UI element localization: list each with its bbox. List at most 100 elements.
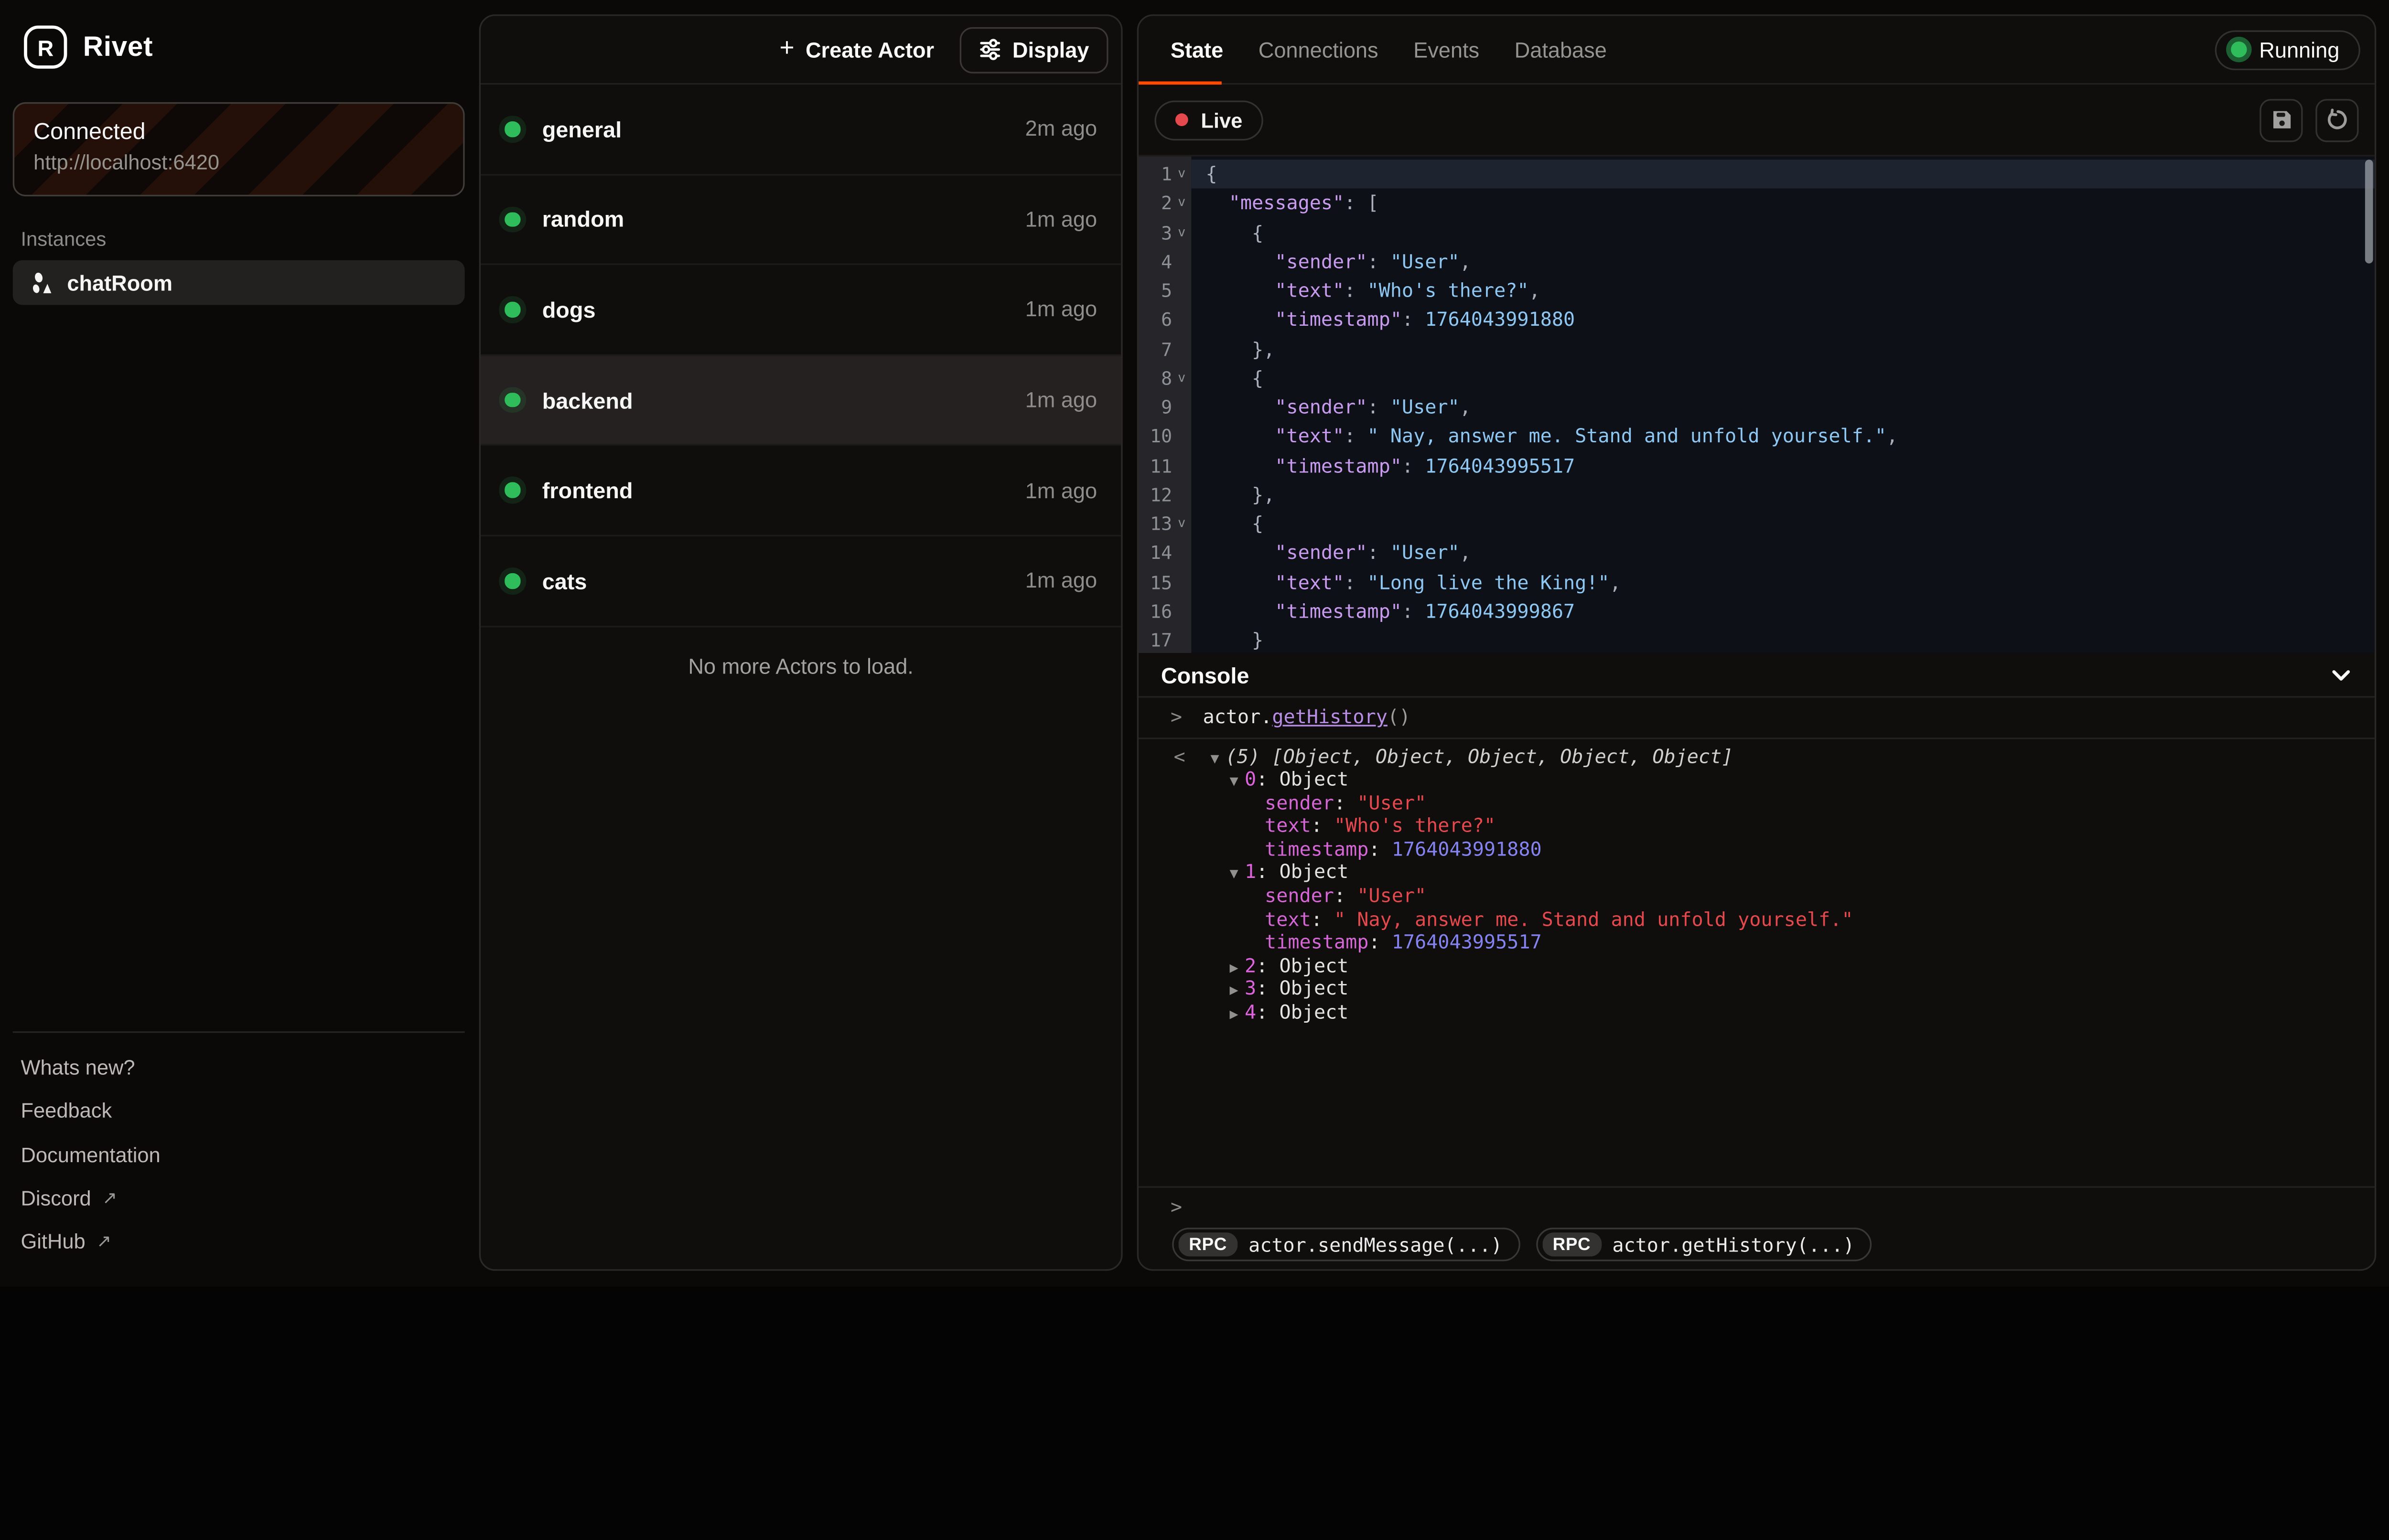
rpc-pill-0[interactable]: RPCactor.sendMessage(...): [1172, 1228, 1520, 1261]
fold-marker-icon[interactable]: v: [1172, 189, 1191, 218]
tab-connections[interactable]: Connections: [1241, 16, 1396, 83]
line-number: 12: [1139, 480, 1172, 509]
command-method: getHistory: [1272, 706, 1387, 728]
code-line-3: {: [1191, 218, 2375, 247]
line-number: 2: [1139, 189, 1172, 218]
gutter-line-10: 10: [1139, 422, 1191, 451]
triangle-right-icon[interactable]: ▶: [1230, 984, 1238, 1000]
rpc-pill-1[interactable]: RPCactor.getHistory(...): [1536, 1228, 1872, 1261]
fold-marker-icon[interactable]: v: [1172, 509, 1191, 538]
code-line-11: "timestamp": 1764043995517: [1191, 451, 2375, 480]
console-object-3[interactable]: ▶3: Object: [1139, 978, 2375, 1001]
live-badge-label: Live: [1201, 108, 1242, 132]
save-icon: [2270, 108, 2292, 131]
actor-row-random[interactable]: random1m ago: [481, 175, 1121, 265]
sidebar-link-feedback[interactable]: Feedback: [0, 1089, 479, 1133]
result-summary-text: (5) [Object, Object, Object, Object, Obj…: [1226, 745, 1733, 767]
gutter-line-14: 14: [1139, 538, 1191, 567]
console-prop-text: text: "Who's there?": [1139, 814, 2375, 838]
prop-key: text: [1265, 908, 1311, 930]
code-segment: ,: [1460, 542, 1471, 564]
fold-marker-icon: [1172, 334, 1191, 364]
actor-row-general[interactable]: general2m ago: [481, 85, 1121, 175]
gutter-line-11: 11: [1139, 451, 1191, 480]
actor-timestamp: 1m ago: [1025, 479, 1098, 503]
sidebar-link-whats-new[interactable]: Whats new?: [0, 1046, 479, 1089]
code-segment: "Who's there?": [1367, 279, 1528, 302]
sidebar-link-documentation[interactable]: Documentation: [0, 1133, 479, 1176]
console-object-0[interactable]: ▼0: Object: [1139, 768, 2375, 791]
triangle-down-icon[interactable]: ▼: [1230, 774, 1238, 790]
rivet-logo[interactable]: R Rivet: [24, 25, 153, 68]
actor-name: cats: [542, 568, 587, 593]
triangle-right-icon[interactable]: ▶: [1230, 961, 1238, 977]
live-badge[interactable]: Live: [1154, 100, 1263, 140]
rpc-code: actor.getHistory(...): [1612, 1233, 1854, 1256]
code-segment: ,: [1610, 571, 1621, 593]
tab-events[interactable]: Events: [1396, 16, 1497, 83]
code-line-7: },: [1191, 334, 2375, 364]
code-segment: 1764043995517: [1425, 454, 1575, 477]
rpc-code: actor.sendMessage(...): [1248, 1233, 1502, 1256]
console-collapse-button[interactable]: [2330, 663, 2352, 686]
gutter-line-16: 16: [1139, 597, 1191, 626]
sidebar: R Rivet Connected http://localhost:6420 …: [0, 0, 479, 1287]
rivet-logo-icon: R: [24, 25, 67, 68]
sidebar-link-github[interactable]: GitHub↗: [0, 1220, 479, 1263]
console-object-4[interactable]: ▶4: Object: [1139, 1001, 2375, 1025]
refresh-button[interactable]: [2315, 98, 2358, 141]
console-history-command[interactable]: > actor.getHistory(): [1139, 698, 2375, 738]
code-segment: {: [1205, 513, 1263, 535]
sidebar-item-chatroom[interactable]: chatRoom: [13, 260, 465, 305]
save-button[interactable]: [2260, 98, 2303, 141]
editor-gutter: 1v2v3v45678v910111213v14151617: [1139, 157, 1191, 653]
sidebar-link-discord[interactable]: Discord↗: [0, 1176, 479, 1220]
editor-scrollbar[interactable]: [2365, 160, 2373, 263]
actor-row-cats[interactable]: cats 1m ago: [481, 536, 1121, 627]
fold-marker-icon[interactable]: v: [1172, 160, 1191, 189]
active-tab-indicator: [1139, 81, 1222, 85]
actor-row-dogs[interactable]: dogs1m ago: [481, 265, 1121, 355]
fold-marker-icon[interactable]: v: [1172, 364, 1191, 393]
line-number: 15: [1139, 567, 1172, 597]
gutter-line-12: 12: [1139, 480, 1191, 509]
code-segment: "User": [1390, 542, 1460, 564]
object-index: 4: [1245, 1001, 1256, 1024]
tab-database[interactable]: Database: [1497, 16, 1625, 83]
console-object-1[interactable]: ▼1: Object: [1139, 861, 2375, 885]
object-index: 0: [1245, 768, 1256, 791]
prop-colon: :: [1334, 885, 1357, 907]
tabs: StateConnectionsEventsDatabase: [1153, 16, 1624, 83]
instances-label: Instances: [21, 228, 106, 251]
console-prop-sender: sender: "User": [1139, 885, 2375, 908]
state-json-editor[interactable]: 1v2v3v45678v910111213v14151617 { "messag…: [1139, 157, 2375, 653]
display-button[interactable]: Display: [960, 26, 1108, 73]
actor-row-frontend[interactable]: frontend1m ago: [481, 446, 1121, 536]
fold-marker-icon[interactable]: v: [1172, 218, 1191, 247]
actor-row-backend[interactable]: backend1m ago: [481, 356, 1121, 446]
code-segment: ,: [1529, 279, 1540, 302]
object-label: Object: [1280, 978, 1349, 1000]
connection-status-card[interactable]: Connected http://localhost:6420: [13, 102, 465, 196]
triangle-right-icon[interactable]: ▶: [1230, 1007, 1238, 1023]
prop-value: 1764043991880: [1392, 838, 1542, 860]
actor-timestamp: 1m ago: [1025, 388, 1098, 412]
line-number: 9: [1139, 393, 1172, 422]
console-result-summary: ▼ (5) [Object, Object, Object, Object, Ob…: [1139, 745, 2375, 768]
console-object-2[interactable]: ▶2: Object: [1139, 954, 2375, 978]
code-line-10: "text": " Nay, answer me. Stand and unfo…: [1191, 422, 2375, 451]
console-input-area[interactable]: > RPCactor.sendMessage(...)RPCactor.getH…: [1139, 1186, 2375, 1269]
object-label: Object: [1280, 861, 1349, 884]
tab-state[interactable]: State: [1153, 16, 1241, 83]
triangle-down-icon[interactable]: ▼: [1230, 867, 1238, 883]
actor-timestamp: 1m ago: [1025, 569, 1098, 593]
triangle-down-icon[interactable]: ▼: [1210, 751, 1219, 767]
code-segment: "text": [1205, 571, 1344, 593]
create-actor-button[interactable]: + Create Actor: [779, 37, 934, 62]
plus-icon: +: [779, 37, 794, 62]
console-prop-text: text: " Nay, answer me. Stand and unfold…: [1139, 908, 2375, 931]
fold-marker-icon: [1172, 305, 1191, 334]
gutter-line-15: 15: [1139, 567, 1191, 597]
command-prefix: actor.: [1203, 706, 1272, 728]
fold-marker-icon: [1172, 276, 1191, 305]
